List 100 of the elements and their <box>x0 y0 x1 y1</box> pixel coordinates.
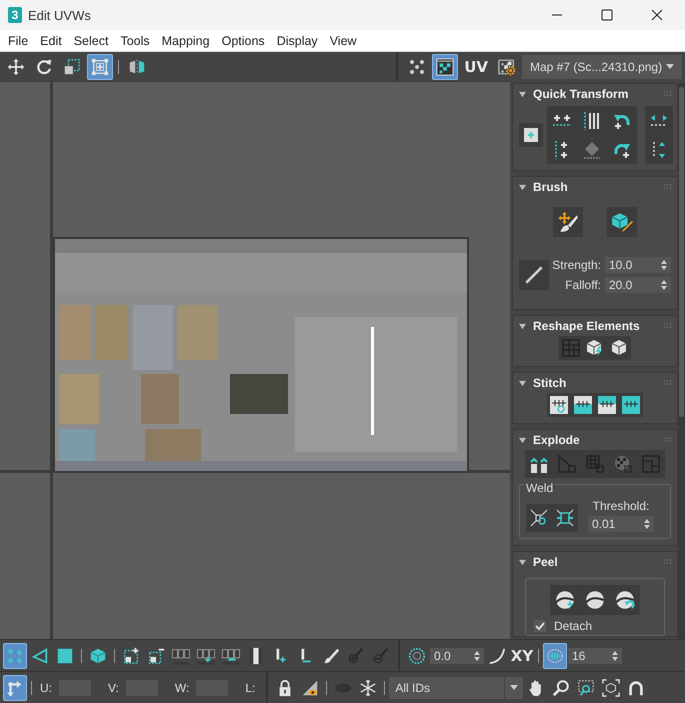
menu-item[interactable]: Options <box>216 34 271 48</box>
falloff-label: Falloff: <box>565 278 601 292</box>
uv-editor-viewport[interactable] <box>0 81 510 639</box>
grid-outline-icon <box>585 454 605 474</box>
collapse-arrow-icon[interactable] <box>519 322 526 330</box>
grip-icon[interactable] <box>663 91 671 97</box>
brush-minus-icon <box>372 646 390 666</box>
soft-selection-icon <box>408 646 426 666</box>
weld-label: Weld <box>524 481 556 495</box>
cube-lightning-icon <box>585 338 605 358</box>
frame-outline-icon <box>641 454 661 474</box>
cube-extents-icon <box>602 678 620 698</box>
cube-brush-icon <box>611 211 633 233</box>
spinner-arrows-icon[interactable] <box>644 519 650 529</box>
brush-move-button[interactable] <box>553 207 583 237</box>
curve-icon <box>488 646 506 666</box>
grip-icon[interactable] <box>663 559 671 565</box>
snowflake-icon <box>359 678 378 698</box>
strength-spinner[interactable]: 10.0 <box>605 257 671 273</box>
pixel-snap-button[interactable] <box>543 642 567 668</box>
collapse-arrow-icon[interactable] <box>519 90 526 98</box>
menu-item[interactable]: Edit <box>34 34 68 48</box>
rollout-title[interactable]: Explode <box>533 433 580 447</box>
rollout-title[interactable]: Stitch <box>533 376 566 390</box>
menu-item[interactable]: View <box>324 34 363 48</box>
dropdown-arrow-icon[interactable] <box>510 685 518 690</box>
collapse-arrow-icon[interactable] <box>519 558 526 566</box>
brush-move-icon <box>557 211 579 233</box>
checker-display-icon <box>436 56 454 76</box>
map-dropdown[interactable]: Map #7 (Sc...24310.png) <box>522 54 682 78</box>
menu-item[interactable]: Mapping <box>156 34 216 48</box>
text-toggle-button[interactable]: UV <box>460 54 492 80</box>
stitch-button[interactable] <box>619 393 643 417</box>
stitch-button[interactable] <box>595 393 619 417</box>
detach-label: Detach <box>554 619 592 633</box>
rollout-title[interactable]: Quick Transform <box>533 87 628 101</box>
grip-icon[interactable] <box>663 380 671 386</box>
arrows-button[interactable] <box>3 674 27 700</box>
ring-icon <box>247 646 265 666</box>
falloff-spinner[interactable]: 20.0 <box>605 277 671 293</box>
menu-item[interactable]: Select <box>68 34 114 48</box>
field-label: W: <box>174 680 190 694</box>
detach-checkbox[interactable] <box>534 620 546 632</box>
vertex-button[interactable] <box>3 642 27 668</box>
number-spinner[interactable]: 0.0 <box>430 648 484 664</box>
dropdown-arrow-icon[interactable] <box>666 64 674 69</box>
threshold-label: Threshold: <box>592 499 650 513</box>
grip-icon[interactable] <box>663 437 671 443</box>
collapse-arrow-icon[interactable] <box>519 380 526 386</box>
id-dropdown[interactable]: All IDs <box>389 676 524 698</box>
spinner-arrows-icon[interactable] <box>661 260 667 270</box>
strength-label: Strength: <box>552 258 601 272</box>
freeform-button[interactable] <box>87 54 113 80</box>
shape-outline-icon <box>557 454 577 474</box>
menu-item[interactable]: File <box>2 34 34 48</box>
spinner-arrows-icon[interactable] <box>612 650 618 660</box>
checker-gear-icon <box>498 56 516 76</box>
weld-target-icon <box>529 508 549 528</box>
vertical-lines-icon <box>582 110 602 130</box>
maximize-icon[interactable] <box>601 9 613 21</box>
peel-lightning-icon <box>554 589 576 611</box>
peel-icon <box>584 589 606 611</box>
stitch-target-button[interactable] <box>547 393 571 417</box>
grid-shape-icon <box>561 338 581 358</box>
number-spinner[interactable]: 16 <box>568 648 622 664</box>
field-label: L: <box>245 680 256 694</box>
window-title: Edit UVWs <box>28 8 91 22</box>
search-icon <box>552 678 570 698</box>
diamond-grid-icon <box>582 140 602 160</box>
scale-icon <box>63 56 81 76</box>
field-label: U: <box>40 680 52 694</box>
app-logo: 3 <box>8 7 22 23</box>
spinner-arrows-icon[interactable] <box>474 650 480 660</box>
menu-item[interactable]: Tools <box>114 34 156 48</box>
checker-sphere-icon <box>613 454 633 474</box>
threshold-spinner[interactable]: 0.01 <box>588 516 654 532</box>
spinner-arrows-icon[interactable] <box>661 280 667 290</box>
scrollbar[interactable] <box>678 83 685 639</box>
grip-icon[interactable] <box>663 184 671 190</box>
line-button[interactable] <box>519 260 549 290</box>
stitch-button[interactable] <box>571 393 595 417</box>
peel-undo-icon <box>614 589 636 611</box>
plus-square-icon <box>521 125 541 145</box>
rollout-title[interactable]: Peel <box>533 555 558 569</box>
rollout-title[interactable]: Reshape Elements <box>533 319 640 333</box>
rollout-title[interactable]: Brush <box>533 180 568 194</box>
close-icon[interactable] <box>651 9 663 21</box>
menu-item[interactable]: Display <box>270 34 324 48</box>
checker-display-button[interactable] <box>432 54 458 80</box>
weld-arrows-icon <box>555 508 575 528</box>
zoom-region-icon <box>577 678 596 698</box>
cube-brush-button[interactable] <box>607 207 637 237</box>
freeform-icon <box>91 56 109 76</box>
text-toggle-button[interactable]: XY <box>510 642 534 668</box>
brush-plus-icon <box>347 646 365 666</box>
move-icon <box>7 56 25 76</box>
edge-icon <box>31 646 49 666</box>
grip-icon[interactable] <box>663 323 671 329</box>
collapse-arrow-icon[interactable] <box>519 184 526 190</box>
collapse-arrow-icon[interactable] <box>519 436 526 444</box>
